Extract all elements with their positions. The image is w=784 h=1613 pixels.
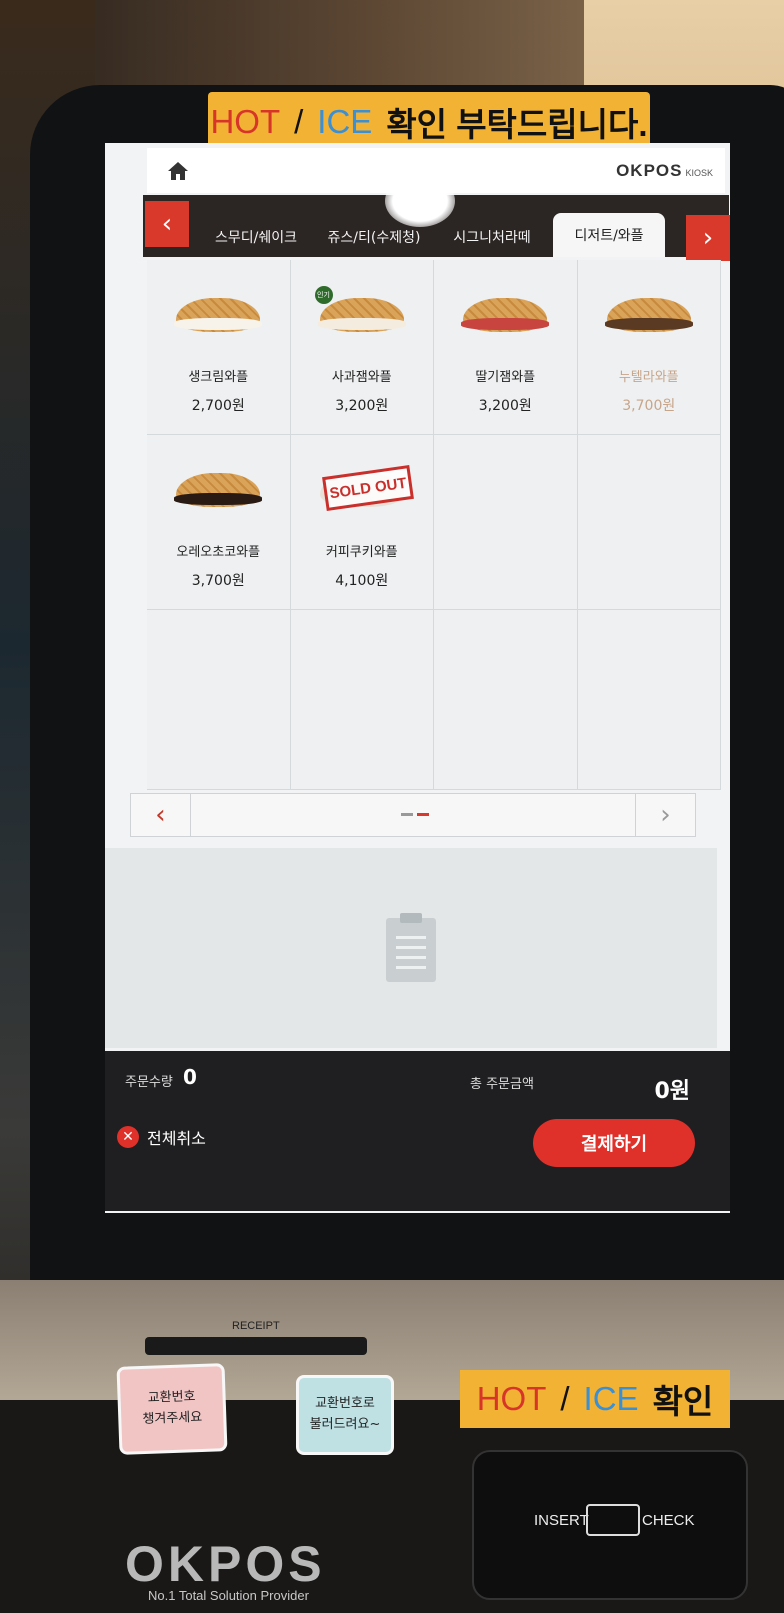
insert-label: INSERT — [534, 1512, 589, 1529]
product-name: 사과잼와플 — [331, 370, 392, 385]
tab-smoothie-shake[interactable]: 스무디/쉐이크 — [201, 217, 311, 257]
product-name: 누텔라와플 — [618, 370, 679, 385]
empty-cell — [577, 435, 721, 610]
tab-prev-button[interactable]: ‹ — [145, 201, 189, 247]
check-label: CHECK — [642, 1512, 695, 1529]
pay-button[interactable]: 결제하기 — [533, 1119, 695, 1167]
tab-next-button[interactable]: › — [686, 215, 730, 261]
product-price: 4,100원 — [335, 573, 389, 589]
waffle-image: SOLD OUT — [314, 463, 414, 519]
page-dot — [401, 813, 413, 816]
product-name: 생크림와플 — [188, 370, 249, 385]
cancel-all-label: 전체취소 — [147, 1129, 206, 1148]
page-dot-active — [417, 813, 429, 816]
chevron-left-icon: ‹ — [161, 209, 173, 239]
order-total-label: 총 주문금액 — [470, 1077, 534, 1092]
waffle-image — [170, 288, 266, 344]
sticky-note-pink: 교환번호 챙겨주세요 — [116, 1363, 228, 1455]
tab-signature-latte[interactable]: 시그니처라떼 — [437, 217, 547, 257]
sticky-note-blue: 교환번호로 불러드려요~ — [296, 1375, 394, 1455]
product-card[interactable]: 딸기잼와플 3,200원 — [434, 260, 578, 435]
order-qty-value: 0 — [183, 1065, 197, 1089]
product-card[interactable]: 생크림와플 2,700원 — [147, 260, 291, 435]
chevron-left-icon: ‹ — [155, 800, 166, 830]
page-navigator: ‹ › — [130, 793, 696, 837]
page-next-button[interactable]: › — [635, 794, 695, 836]
page-indicator — [401, 813, 429, 816]
clipboard-icon — [384, 912, 438, 984]
brand-name: OKPOS — [616, 160, 683, 180]
product-name: 딸기잼와플 — [475, 370, 536, 385]
product-price: 3,200원 — [335, 398, 389, 414]
sticker-slash: / — [294, 103, 304, 140]
sticker-slash: / — [560, 1380, 570, 1417]
product-price: 3,700원 — [622, 398, 676, 414]
product-name: 커피쿠키와플 — [325, 545, 398, 560]
hot-ice-sticker-bottom: HOT / ICE 확인 — [460, 1370, 730, 1428]
waffle-image — [314, 288, 410, 344]
page-prev-button[interactable]: ‹ — [131, 794, 191, 836]
card-icon — [586, 1504, 640, 1536]
brand-sub: KIOSK — [685, 167, 713, 178]
receipt-slot — [145, 1337, 367, 1355]
empty-cell — [434, 435, 578, 610]
sold-out-stamp: SOLD OUT — [321, 465, 414, 511]
waffle-image — [457, 288, 553, 344]
waffle-image — [170, 463, 266, 519]
sticker-ice-text: ICE — [317, 103, 373, 140]
tagline: No.1 Total Solution Provider — [148, 1588, 309, 1603]
product-card[interactable]: 오레오초코와플 3,700원 — [147, 435, 291, 610]
empty-cell — [434, 610, 578, 790]
kiosk-screen: OKPOS KIOSK ‹ 스무디/쉐이크 쥬스/티(수제청) 시그니처라떼 디… — [105, 143, 730, 1213]
waffle-image — [601, 288, 697, 344]
order-cart-area — [105, 848, 717, 1048]
light-glare — [385, 175, 455, 227]
empty-cell — [147, 610, 291, 790]
okpos-logo: OKPOS — [125, 1536, 326, 1592]
sticker-hot-text: HOT — [476, 1380, 547, 1417]
receipt-label: RECEIPT — [232, 1320, 280, 1332]
product-price: 2,700원 — [191, 398, 245, 414]
order-total-value: 0원 — [654, 1079, 690, 1104]
product-price: 3,200원 — [478, 398, 532, 414]
empty-cell — [577, 610, 721, 790]
product-name: 오레오초코와플 — [176, 545, 261, 560]
brand-logo: OKPOS KIOSK — [616, 161, 713, 181]
card-reader[interactable]: INSERT CHECK — [472, 1450, 748, 1600]
sticker-ice-text: ICE — [583, 1380, 639, 1417]
cancel-all-button[interactable]: ✕ 전체취소 — [117, 1125, 206, 1149]
chevron-right-icon: › — [660, 800, 671, 830]
empty-cell — [290, 610, 434, 790]
product-price: 3,700원 — [191, 573, 245, 589]
sticker-confirm-text: 확인 부탁드립니다. — [386, 106, 648, 143]
chevron-right-icon: › — [702, 223, 714, 253]
product-card[interactable]: 누텔라와플 3,700원 — [577, 260, 721, 435]
product-card[interactable]: 인기 사과잼와플 3,200원 — [290, 260, 434, 435]
close-icon: ✕ — [117, 1126, 139, 1148]
tab-dessert-waffle[interactable]: 디저트/와플 — [553, 213, 665, 257]
order-qty-label: 주문수량 — [125, 1075, 173, 1090]
sticker-confirm-text: 확인 — [652, 1383, 714, 1420]
home-icon[interactable] — [167, 161, 189, 181]
sticker-hot-text: HOT — [210, 103, 281, 140]
order-footer: 주문수량 0 총 주문금액 0원 ✕ 전체취소 결제하기 — [105, 1051, 730, 1211]
product-grid: 생크림와플 2,700원 인기 사과잼와플 3,200원 딸기잼와플 3,200… — [147, 260, 721, 790]
product-card[interactable]: SOLD OUT 커피쿠키와플 4,100원 — [290, 435, 434, 610]
